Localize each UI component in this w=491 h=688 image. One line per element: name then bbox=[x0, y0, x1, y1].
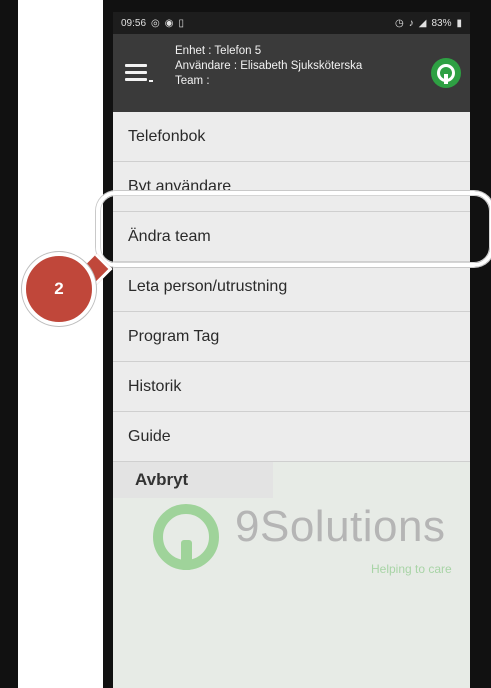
status-bar: 09:56 ◎ ◉ ▯ ◷ ♪ ◢ 83% ▮ bbox=[113, 12, 470, 34]
alarm-icon: ◷ bbox=[395, 17, 404, 29]
menu-list: Telefonbok Byt användare Ändra team Leta… bbox=[113, 112, 470, 462]
battery-level: 83% bbox=[431, 17, 452, 29]
team-line: Team : bbox=[175, 75, 210, 87]
user-line: Användare : Elisabeth Sjuksköterska bbox=[175, 60, 363, 72]
cancel-button[interactable]: Avbryt bbox=[113, 462, 273, 498]
hamburger-menu-icon[interactable] bbox=[125, 64, 153, 82]
brand-logo-icon bbox=[153, 504, 219, 570]
left-bezel bbox=[0, 0, 18, 688]
step-badge: 2 bbox=[22, 252, 96, 326]
brand-tagline: Helping to care bbox=[371, 562, 452, 576]
tutorial-screenshot: 09:56 ◎ ◉ ▯ ◷ ♪ ◢ 83% ▮ Enhet : Telefon … bbox=[0, 0, 491, 688]
notification-icon: ◎ bbox=[151, 17, 160, 29]
mute-icon: ♪ bbox=[408, 17, 414, 29]
status-logo-icon[interactable] bbox=[431, 58, 461, 88]
battery-icon: ▮ bbox=[456, 17, 462, 29]
right-bezel bbox=[478, 0, 491, 688]
menu-item-history[interactable]: Historik bbox=[113, 362, 470, 412]
highlight-ring bbox=[96, 191, 491, 267]
device-line: Enhet : Telefon 5 bbox=[175, 45, 262, 57]
status-time: 09:56 bbox=[121, 17, 147, 29]
menu-item-phonebook[interactable]: Telefonbok bbox=[113, 112, 470, 162]
app-header: Enhet : Telefon 5 Användare : Elisabeth … bbox=[113, 34, 470, 112]
signal-icon: ◢ bbox=[418, 17, 427, 29]
menu-item-find-person[interactable]: Leta person/utrustning bbox=[113, 262, 470, 312]
brand-name: 9Solutions bbox=[235, 502, 446, 551]
header-info: Enhet : Telefon 5 Användare : Elisabeth … bbox=[175, 44, 362, 89]
menu-item-guide[interactable]: Guide bbox=[113, 412, 470, 462]
menu-item-program-tag[interactable]: Program Tag bbox=[113, 312, 470, 362]
app-notification-icon: ◉ bbox=[164, 17, 174, 29]
brand-watermark: 9Solutions Helping to care bbox=[153, 502, 453, 592]
sim-icon: ▯ bbox=[178, 17, 185, 29]
phone-screen: 09:56 ◎ ◉ ▯ ◷ ♪ ◢ 83% ▮ Enhet : Telefon … bbox=[113, 12, 470, 688]
